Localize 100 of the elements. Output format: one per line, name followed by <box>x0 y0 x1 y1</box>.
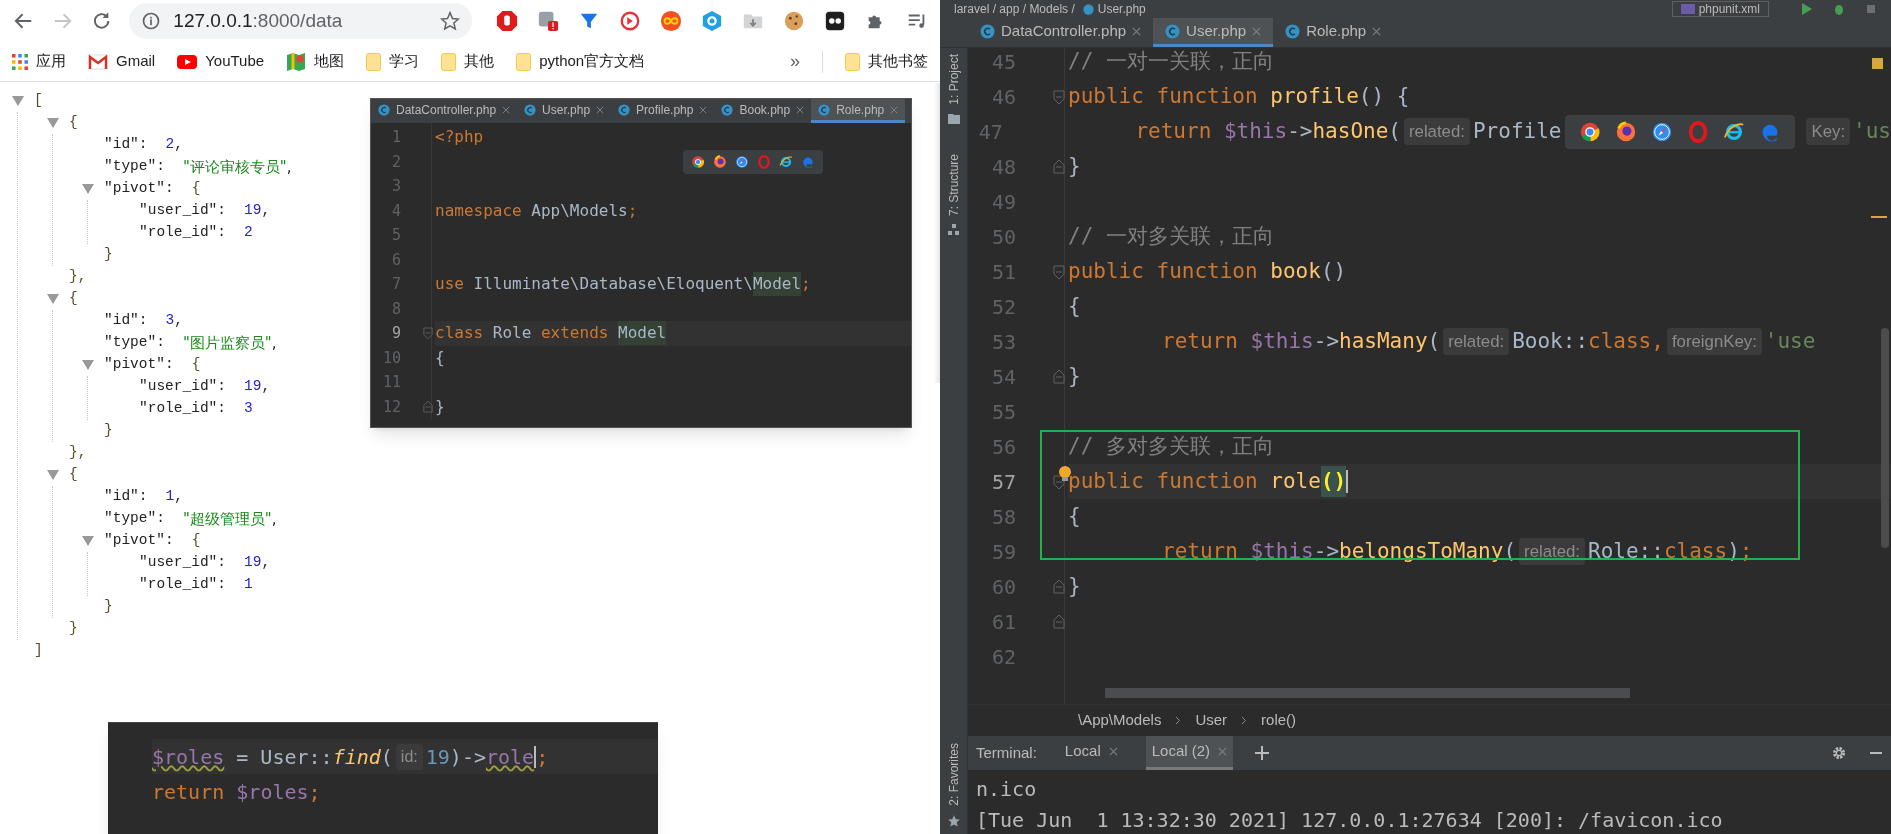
file-tab[interactable]: Profile.php <box>611 99 715 123</box>
close-icon[interactable] <box>1252 26 1262 36</box>
file-tab[interactable]: Role.php <box>811 99 906 123</box>
scrollbar-thumb[interactable] <box>1105 688 1630 698</box>
close-icon[interactable] <box>596 105 605 114</box>
line-number: 47 <box>977 118 1003 146</box>
file-icon <box>1680 4 1695 14</box>
line-number: 50 <box>990 223 1016 251</box>
close-icon[interactable] <box>890 105 899 114</box>
bookmark[interactable]: python官方文档 <box>539 50 645 73</box>
stop-icon[interactable] <box>1865 3 1877 15</box>
file-tab[interactable]: Book.php <box>714 99 812 123</box>
browser-icon[interactable] <box>691 154 705 169</box>
fold-icon[interactable] <box>1053 474 1065 489</box>
code-line: namespace App\Models; <box>435 199 638 222</box>
browser-icon[interactable] <box>1615 120 1638 143</box>
plus-icon[interactable] <box>1255 746 1270 760</box>
close-icon[interactable] <box>796 105 805 114</box>
expand-toggle[interactable] <box>82 184 94 194</box>
bookmark[interactable]: Gmail <box>116 50 156 73</box>
browser-icon[interactable] <box>1723 120 1746 143</box>
terminal-tab[interactable]: Local (2) <box>1145 736 1234 770</box>
browser-icon[interactable] <box>713 154 727 169</box>
file-tab[interactable]: Role.php <box>1273 18 1394 47</box>
tool-window-tab[interactable]: 7: Structure <box>944 153 963 216</box>
project-icon[interactable] <box>947 112 960 124</box>
line-number: 62 <box>990 643 1016 671</box>
cookie-icon[interactable] <box>783 10 805 32</box>
browser-icon[interactable] <box>1651 120 1674 143</box>
browser-icon[interactable] <box>1579 120 1602 143</box>
bookmark[interactable]: YouTube <box>205 50 265 73</box>
infinity-icon[interactable] <box>660 10 682 32</box>
browser-icon[interactable] <box>779 154 793 169</box>
bookmark[interactable]: 地图 <box>314 50 345 73</box>
breadcrumb[interactable]: User <box>1195 709 1228 732</box>
close-icon[interactable] <box>1218 747 1228 756</box>
json-value: 3 <box>244 399 253 419</box>
play-circle-icon[interactable] <box>619 10 641 32</box>
scrollbar-thumb[interactable] <box>1881 328 1889 548</box>
browser-icon[interactable] <box>735 154 749 169</box>
json-value: 3, <box>165 311 183 331</box>
expand-toggle[interactable] <box>12 96 24 106</box>
run-config-dropdown[interactable]: phpunit.xml <box>1671 1 1769 17</box>
close-icon[interactable] <box>1372 26 1382 36</box>
expand-toggle[interactable] <box>47 118 59 128</box>
json-brace: { <box>69 113 78 133</box>
bookmark[interactable]: 其他书签 <box>868 50 928 73</box>
breadcrumb-path[interactable]: laravel / app / Models / <box>954 0 1075 18</box>
hexagon-icon[interactable] <box>701 10 723 32</box>
json-key: "role_id": <box>139 222 226 244</box>
tool-window-tab[interactable]: 1: Project <box>944 54 963 105</box>
breadcrumb-file[interactable]: User.php <box>1097 0 1146 18</box>
close-icon[interactable] <box>1108 747 1118 756</box>
address-bar[interactable]: 127.0.0.1:8000/data <box>129 3 472 39</box>
file-tab[interactable]: DataController.php <box>968 18 1154 47</box>
stop-sign-icon[interactable] <box>496 10 518 32</box>
favorites-icon[interactable] <box>946 814 961 828</box>
alert-badge-icon[interactable] <box>537 10 559 32</box>
code-line: // 一对多关联，正向 <box>1068 222 1274 250</box>
line-number: 48 <box>990 153 1016 181</box>
expand-toggle[interactable] <box>82 360 94 370</box>
expand-toggle[interactable] <box>47 470 59 480</box>
json-brace: { <box>191 531 201 551</box>
terminal-tab[interactable]: Local <box>1058 736 1124 770</box>
chevron-icon <box>1175 716 1182 725</box>
info-icon[interactable] <box>141 11 162 31</box>
json-brace: } <box>104 421 113 441</box>
close-icon[interactable] <box>699 105 708 114</box>
expand-toggle[interactable] <box>47 294 59 304</box>
bookmark[interactable]: 应用 <box>36 50 66 73</box>
star-icon[interactable] <box>440 11 460 31</box>
structure-icon[interactable] <box>947 223 960 236</box>
overflow-chevron[interactable]: » <box>790 48 800 75</box>
line-number: 12 <box>381 396 401 418</box>
line-number: 58 <box>990 503 1016 531</box>
code-line: use Illuminate\Database\Eloquent\Model; <box>435 272 811 297</box>
file-tab[interactable]: DataController.php <box>371 99 518 123</box>
line-number: 55 <box>990 398 1016 426</box>
json-value: "超级管理员", <box>182 508 277 530</box>
json-key: "user_id": <box>139 552 226 574</box>
expand-toggle[interactable] <box>82 536 94 546</box>
map-pin-icon <box>286 51 307 72</box>
lightbulb-icon[interactable] <box>1058 466 1072 482</box>
json-key: "pivot": <box>104 354 174 376</box>
json-key: "user_id": <box>139 200 226 222</box>
bookmark[interactable]: 其他 <box>464 50 495 73</box>
bookmark[interactable]: 学习 <box>389 50 420 73</box>
code-line: <?php <box>435 126 484 149</box>
run-icon[interactable] <box>1801 3 1813 15</box>
mask-icon[interactable] <box>824 10 846 32</box>
file-tab[interactable]: User.php <box>1153 18 1274 47</box>
json-value: "图片监察员", <box>182 332 277 354</box>
settings-icon[interactable] <box>1831 745 1847 761</box>
close-icon[interactable] <box>1132 26 1142 36</box>
close-icon[interactable] <box>502 105 511 114</box>
file-tab[interactable]: User.php <box>517 99 612 123</box>
breadcrumb[interactable]: \App\Models <box>1078 709 1162 732</box>
tool-window-tab[interactable]: 2: Favorites <box>944 743 963 806</box>
breadcrumb[interactable]: role() <box>1261 709 1297 732</box>
line-number: 10 <box>381 347 401 369</box>
